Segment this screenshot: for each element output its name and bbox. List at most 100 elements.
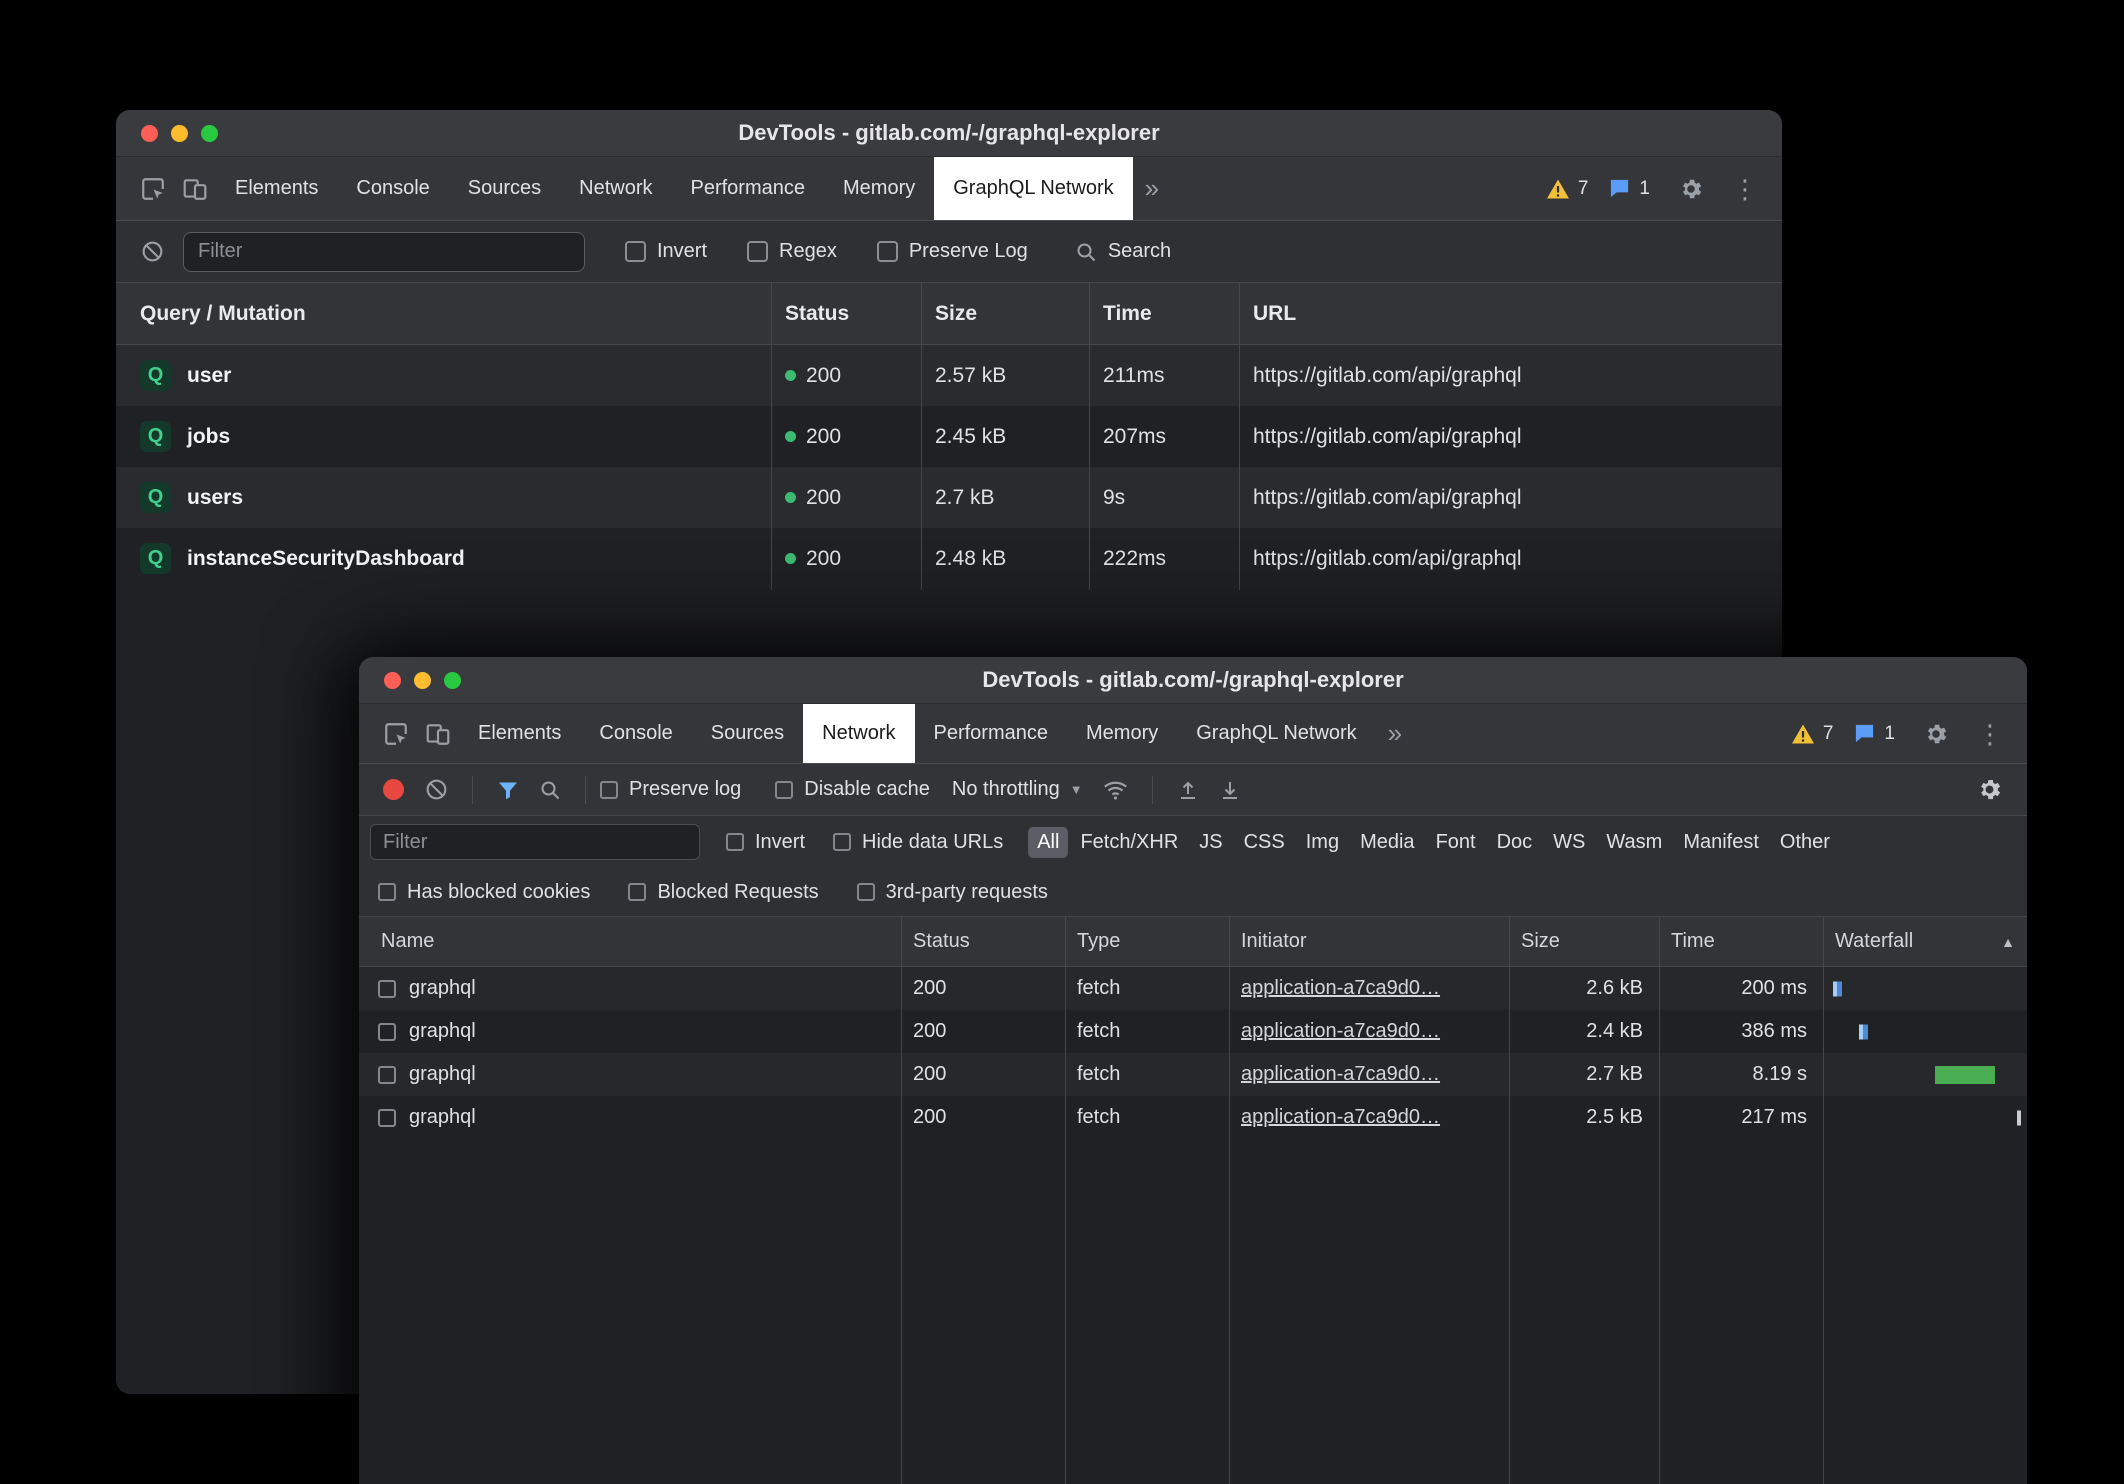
col-query-mutation[interactable]: Query / Mutation [116,302,771,326]
more-tabs-icon[interactable]: » [1133,157,1171,220]
kebab-menu-icon[interactable]: ⋮ [1732,176,1758,202]
col-time[interactable]: Time [1659,930,1823,953]
tab-graphql-network[interactable]: GraphQL Network [1177,704,1375,763]
inspect-element-icon[interactable] [132,157,174,220]
preserve-log-checkbox[interactable]: Preserve Log [877,240,1028,263]
row-checkbox[interactable] [378,1109,396,1127]
chip-fetch-xhr[interactable]: Fetch/XHR [1071,827,1187,858]
network-conditions-icon[interactable] [1102,776,1129,803]
warnings-counter[interactable]: 7 [1791,723,1834,745]
col-size[interactable]: Size [1509,930,1659,953]
tab-memory[interactable]: Memory [824,157,934,220]
throttling-dropdown[interactable]: No throttling ▼ [952,778,1083,801]
initiator-link[interactable]: application-a7ca9d0… [1241,1020,1440,1042]
chip-font[interactable]: Font [1427,827,1485,858]
titlebar[interactable]: DevTools - gitlab.com/-/graphql-explorer [359,657,2027,704]
tab-performance[interactable]: Performance [672,157,825,220]
col-name[interactable]: Name [359,930,901,953]
titlebar[interactable]: DevTools - gitlab.com/-/graphql-explorer [116,110,1782,157]
inspect-element-icon[interactable] [375,704,417,763]
filter-input[interactable] [183,232,585,272]
row-checkbox[interactable] [378,1023,396,1041]
has-blocked-cookies-checkbox[interactable]: Has blocked cookies [378,881,590,904]
export-har-icon[interactable] [1218,778,1242,802]
search-icon[interactable] [538,778,562,802]
table-row[interactable]: graphql 200 fetch application-a7ca9d0… 2… [359,967,2027,1010]
issues-counter[interactable]: 1 [1853,722,1895,745]
table-row[interactable]: graphql 200 fetch application-a7ca9d0… 2… [359,1053,2027,1096]
device-toolbar-icon[interactable] [174,157,216,220]
tab-memory[interactable]: Memory [1067,704,1177,763]
chip-ws[interactable]: WS [1544,827,1594,858]
settings-gear-icon[interactable] [1670,176,1712,202]
tab-sources[interactable]: Sources [692,704,803,763]
checkbox-box[interactable] [747,241,768,262]
clear-icon[interactable] [140,239,165,264]
third-party-requests-checkbox[interactable]: 3rd-party requests [857,881,1048,904]
tab-graphql-network[interactable]: GraphQL Network [934,157,1132,220]
checkbox-box[interactable] [600,781,618,799]
more-tabs-icon[interactable]: » [1376,704,1414,763]
invert-checkbox[interactable]: Invert [726,831,805,854]
import-har-icon[interactable] [1176,778,1200,802]
regex-checkbox[interactable]: Regex [747,240,837,263]
initiator-link[interactable]: application-a7ca9d0… [1241,1106,1440,1128]
filter-funnel-icon[interactable] [496,778,520,802]
chip-manifest[interactable]: Manifest [1674,827,1768,858]
search-button[interactable]: Search [1074,240,1171,264]
warnings-counter[interactable]: 7 [1546,178,1589,200]
chip-img[interactable]: Img [1297,827,1348,858]
chip-css[interactable]: CSS [1235,827,1294,858]
col-type[interactable]: Type [1065,930,1229,953]
table-row[interactable]: Qjobs 200 2.45 kB 207ms https://gitlab.c… [116,406,1782,467]
table-row[interactable]: graphql 200 fetch application-a7ca9d0… 2… [359,1096,2027,1139]
minimize-button[interactable] [171,125,188,142]
network-settings-gear-icon[interactable] [1976,776,2003,803]
col-waterfall[interactable]: Waterfall ▲ [1823,917,2027,966]
row-checkbox[interactable] [378,1066,396,1084]
tab-elements[interactable]: Elements [459,704,580,763]
chip-wasm[interactable]: Wasm [1597,827,1671,858]
table-row[interactable]: graphql 200 fetch application-a7ca9d0… 2… [359,1010,2027,1053]
col-status[interactable]: Status [901,930,1065,953]
record-button[interactable] [383,779,404,800]
table-row[interactable]: Qusers 200 2.7 kB 9s https://gitlab.com/… [116,467,1782,528]
invert-checkbox[interactable]: Invert [625,240,707,263]
checkbox-box[interactable] [378,883,396,901]
tab-performance[interactable]: Performance [915,704,1068,763]
col-time[interactable]: Time [1089,302,1239,326]
initiator-link[interactable]: application-a7ca9d0… [1241,977,1440,999]
checkbox-box[interactable] [877,241,898,262]
tab-sources[interactable]: Sources [449,157,560,220]
issues-counter[interactable]: 1 [1608,177,1650,200]
checkbox-box[interactable] [726,833,744,851]
kebab-menu-icon[interactable]: ⋮ [1977,721,2003,747]
minimize-button[interactable] [414,672,431,689]
preserve-log-checkbox[interactable]: Preserve log [600,778,741,801]
table-row[interactable]: Quser 200 2.57 kB 211ms https://gitlab.c… [116,345,1782,406]
checkbox-box[interactable] [775,781,793,799]
device-toolbar-icon[interactable] [417,704,459,763]
tab-network[interactable]: Network [560,157,671,220]
close-button[interactable] [384,672,401,689]
hide-data-urls-checkbox[interactable]: Hide data URLs [833,831,1003,854]
col-status[interactable]: Status [771,302,921,326]
tab-elements[interactable]: Elements [216,157,337,220]
disable-cache-checkbox[interactable]: Disable cache [775,778,930,801]
checkbox-box[interactable] [625,241,646,262]
chip-media[interactable]: Media [1351,827,1423,858]
blocked-requests-checkbox[interactable]: Blocked Requests [628,881,818,904]
close-button[interactable] [141,125,158,142]
col-url[interactable]: URL [1239,302,1782,326]
checkbox-box[interactable] [833,833,851,851]
zoom-button[interactable] [444,672,461,689]
settings-gear-icon[interactable] [1915,721,1957,747]
chip-all[interactable]: All [1028,827,1068,858]
tab-console[interactable]: Console [337,157,448,220]
chip-js[interactable]: JS [1190,827,1231,858]
checkbox-box[interactable] [857,883,875,901]
checkbox-box[interactable] [628,883,646,901]
col-initiator[interactable]: Initiator [1229,930,1509,953]
clear-icon[interactable] [424,777,449,802]
initiator-link[interactable]: application-a7ca9d0… [1241,1063,1440,1085]
